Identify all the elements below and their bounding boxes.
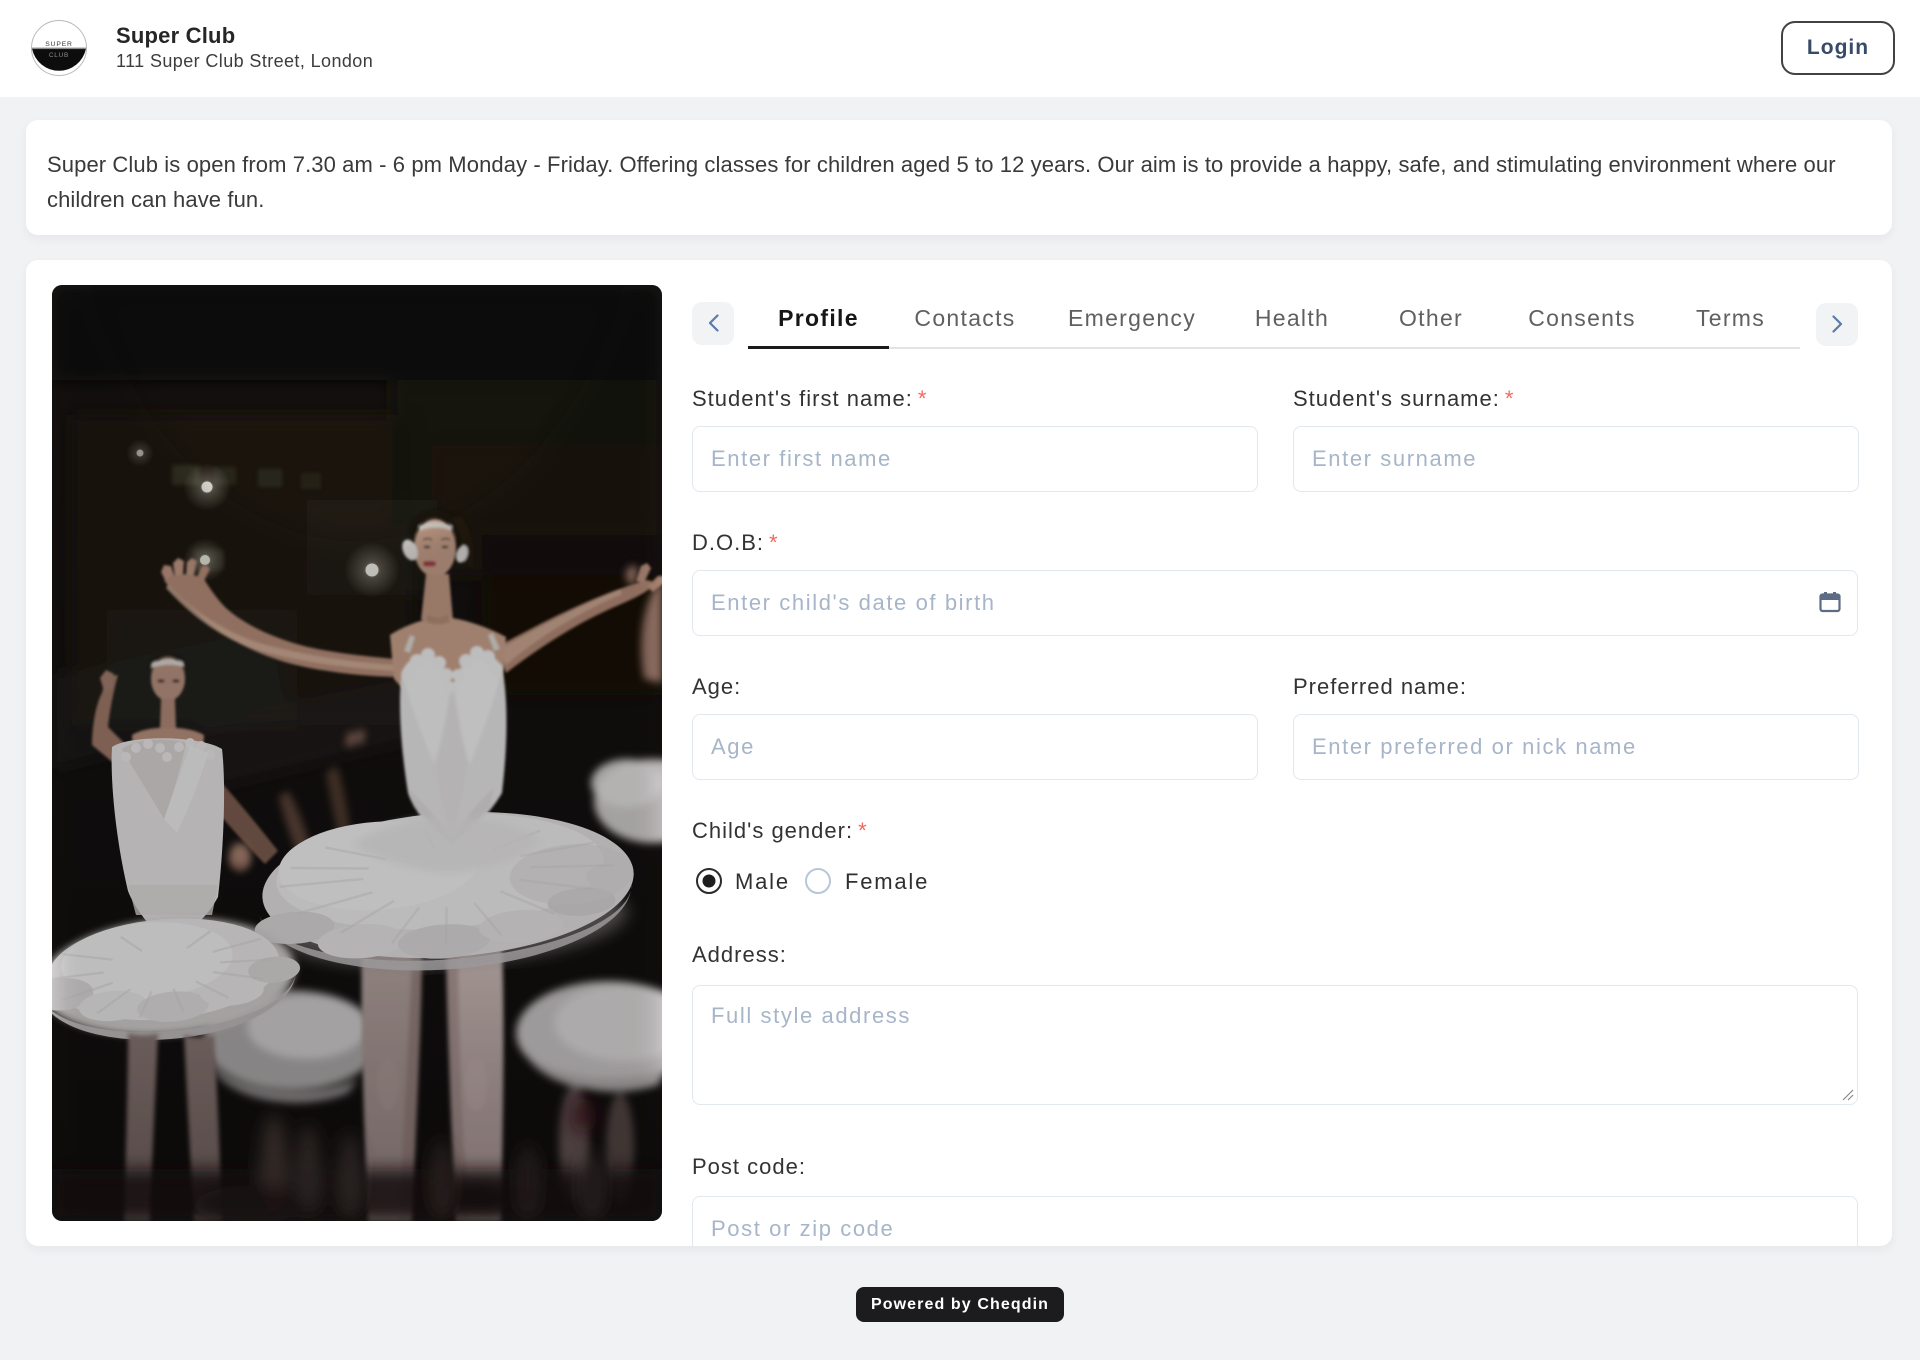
svg-text:CLUB: CLUB xyxy=(49,52,69,59)
svg-text:Female: Female xyxy=(845,869,929,894)
svg-text:Male: Male xyxy=(735,869,790,894)
svg-text:SUPER: SUPER xyxy=(45,41,72,48)
